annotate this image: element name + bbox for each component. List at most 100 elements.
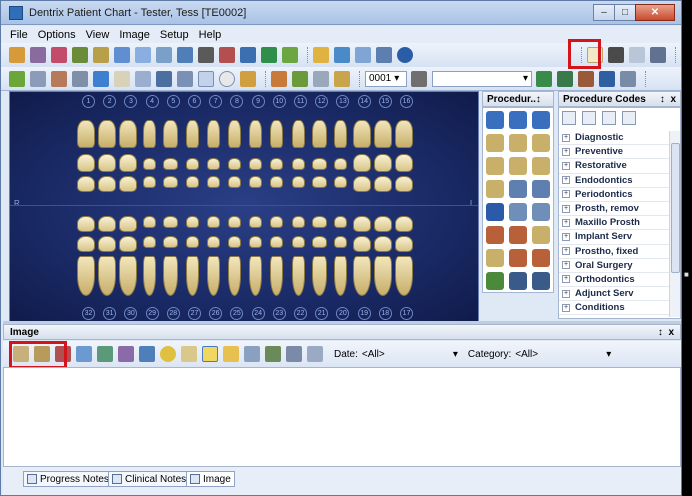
procedure-category-item[interactable]: + Prosth, remov	[559, 202, 669, 217]
lower-tooth-occlusal[interactable]	[291, 236, 305, 248]
expand-icon[interactable]: +	[562, 289, 570, 298]
lower-tooth-crown[interactable]	[227, 216, 241, 228]
compare-view-icon[interactable]	[223, 346, 239, 362]
tooth-number[interactable]: 18	[378, 307, 392, 320]
lab-case-icon[interactable]	[198, 47, 214, 63]
family-file-icon[interactable]	[30, 47, 46, 63]
procedure-category-item[interactable]: + Preventive	[559, 145, 669, 160]
lower-tooth-occlusal[interactable]	[163, 236, 179, 248]
upper-tooth-root[interactable]	[77, 120, 95, 148]
lower-tooth-crown[interactable]	[311, 216, 327, 228]
procedure-button-icon[interactable]	[486, 203, 504, 221]
procedure-button-icon[interactable]	[509, 249, 527, 267]
note-icon[interactable]	[411, 70, 427, 87]
page-view-icon[interactable]	[181, 346, 197, 362]
codes-scrollbar[interactable]	[669, 131, 680, 317]
expand-icon[interactable]: +	[562, 275, 570, 284]
upper-tooth-occlusal[interactable]	[395, 154, 413, 172]
lower-tooth-occlusal[interactable]	[119, 236, 138, 252]
upper-tooth-occlusal[interactable]	[119, 154, 138, 172]
lower-tooth-occlusal[interactable]	[227, 236, 241, 248]
scan-icon[interactable]	[139, 346, 155, 362]
lower-tooth-root[interactable]	[185, 256, 199, 296]
treatment-plan-icon[interactable]	[557, 70, 573, 87]
procedure-category-item[interactable]: + Endodontics	[559, 174, 669, 188]
document-center-icon[interactable]	[135, 47, 151, 63]
detail-view-icon[interactable]	[582, 111, 596, 125]
xray-icon[interactable]	[160, 346, 176, 362]
tooth-number[interactable]: 7	[209, 95, 223, 108]
info-icon[interactable]	[397, 47, 413, 63]
upper-tooth-root[interactable]	[373, 120, 392, 148]
delete-image-icon[interactable]	[55, 346, 71, 362]
edit-icon[interactable]	[135, 70, 151, 87]
upper-tooth-occlusal[interactable]	[143, 158, 157, 170]
tooth-number[interactable]: 11	[294, 95, 307, 108]
tooth-number[interactable]: 5	[166, 95, 180, 108]
grid-view-icon[interactable]	[650, 47, 666, 63]
thumbnail-grid-icon[interactable]	[286, 346, 302, 362]
procedure-category-item[interactable]: + Prostho, fixed	[559, 245, 669, 259]
lower-tooth-root[interactable]	[249, 256, 263, 296]
expand-icon[interactable]: +	[562, 147, 570, 156]
lower-tooth-occlusal[interactable]	[311, 236, 327, 248]
upper-tooth-crown[interactable]	[249, 176, 263, 188]
tooth-number[interactable]: 9	[251, 95, 265, 108]
lower-tooth-root[interactable]	[77, 256, 95, 296]
upper-tooth-occlusal[interactable]	[206, 158, 220, 170]
eraser-icon[interactable]	[629, 47, 645, 63]
ledger-icon[interactable]	[51, 47, 67, 63]
condition-icon[interactable]	[620, 70, 636, 87]
lower-tooth-crown[interactable]	[395, 216, 413, 232]
procedure-button-icon[interactable]	[532, 134, 550, 152]
tooth-number[interactable]: 27	[188, 307, 201, 320]
lower-tooth-occlusal[interactable]	[77, 236, 95, 252]
lower-tooth-root[interactable]	[352, 256, 371, 296]
tooth-number[interactable]: 17	[400, 307, 413, 320]
upper-tooth-occlusal[interactable]	[352, 154, 371, 172]
tooth-number[interactable]: 15	[378, 95, 392, 108]
view-image-icon[interactable]	[76, 346, 92, 362]
tooth-number[interactable]: 13	[336, 95, 350, 108]
menu-options[interactable]: Options	[33, 29, 81, 41]
upper-tooth-crown[interactable]	[119, 176, 138, 192]
upper-tooth-crown[interactable]	[311, 176, 327, 188]
lower-tooth-crown[interactable]	[163, 216, 179, 228]
lower-tooth-root[interactable]	[395, 256, 413, 296]
lower-tooth-crown[interactable]	[119, 216, 138, 232]
procedure-button-icon[interactable]	[532, 180, 550, 198]
select-patient-icon[interactable]	[9, 47, 25, 63]
quick-letters-icon[interactable]	[156, 47, 172, 63]
save-icon[interactable]	[156, 70, 172, 87]
lower-tooth-root[interactable]	[119, 256, 138, 296]
print-icon[interactable]	[376, 47, 392, 63]
lower-tooth-crown[interactable]	[185, 216, 199, 228]
procedure-category-item[interactable]: + Orthodontics	[559, 273, 669, 288]
tooth-number[interactable]: 12	[315, 95, 329, 108]
upper-tooth-crown[interactable]	[227, 176, 241, 188]
procedure-category-item[interactable]: + Adjunct Serv	[559, 287, 669, 302]
procedure-button-icon[interactable]	[532, 249, 550, 267]
layout-icon[interactable]	[177, 70, 193, 87]
procedure-button-icon[interactable]	[532, 226, 550, 244]
tooth-number[interactable]: 16	[400, 95, 413, 108]
procedure-button-icon[interactable]	[486, 180, 504, 198]
pin-icon[interactable]: ↕	[536, 94, 541, 105]
upper-tooth-root[interactable]	[270, 120, 284, 148]
expand-icon[interactable]: +	[562, 161, 570, 170]
single-view-icon[interactable]	[202, 346, 218, 362]
paint-icon[interactable]	[93, 70, 109, 87]
tooth-number[interactable]: 31	[103, 307, 117, 320]
capture-icon[interactable]	[97, 346, 113, 362]
lower-tooth-crown[interactable]	[206, 216, 220, 228]
primary-teeth-icon[interactable]	[219, 70, 235, 87]
tab-clinical-notes[interactable]: Clinical Notes	[108, 471, 191, 487]
expand-icon[interactable]: +	[562, 303, 570, 312]
expand-icon[interactable]: +	[562, 133, 570, 142]
upper-tooth-root[interactable]	[143, 120, 157, 148]
brush-icon[interactable]	[602, 111, 616, 125]
lower-tooth-root[interactable]	[143, 256, 157, 296]
procedure-button-icon[interactable]	[486, 226, 504, 244]
lower-tooth-crown[interactable]	[249, 216, 263, 228]
lower-tooth-crown[interactable]	[143, 216, 157, 228]
